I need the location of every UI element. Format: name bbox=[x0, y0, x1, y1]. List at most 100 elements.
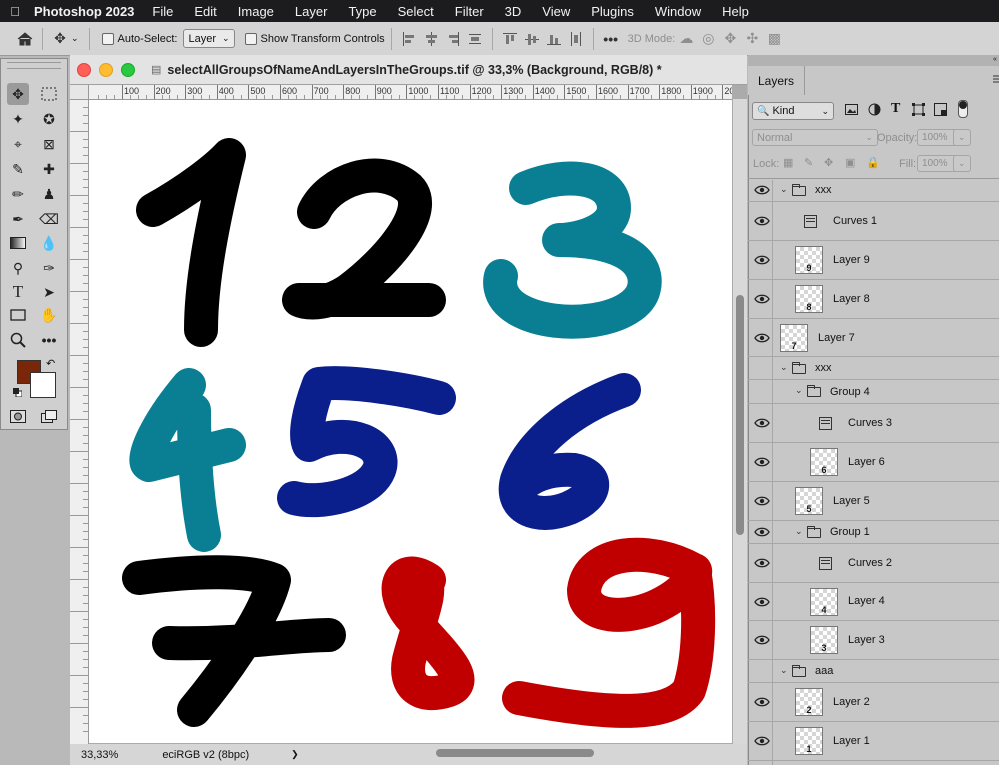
lock-position-icon[interactable]: ✥ bbox=[824, 156, 833, 169]
document-tab[interactable]: ▤ selectAllGroupsOfNameAndLayersInTheGro… bbox=[70, 55, 747, 85]
vertical-scroll-thumb[interactable] bbox=[736, 295, 744, 535]
layer-row[interactable]: Curves 1 bbox=[748, 202, 999, 241]
horizontal-ruler[interactable]: 100 200 300 400 500 600 700 800 900 1000 1100 1200 1… bbox=[89, 85, 732, 100]
layer-row[interactable]: Curves 3 bbox=[748, 404, 999, 443]
distribute-vertical-icon[interactable] bbox=[565, 28, 587, 50]
zoom-tool[interactable] bbox=[7, 329, 29, 351]
layer-group-row[interactable]: ⌄ xxx bbox=[748, 357, 999, 380]
align-left-icon[interactable] bbox=[398, 28, 420, 50]
magic-wand-tool[interactable]: ✪ bbox=[38, 108, 60, 130]
layer-row[interactable]: 5 Layer 5 bbox=[748, 482, 999, 521]
panel-menu-icon[interactable] bbox=[993, 74, 999, 84]
eyedropper-tool[interactable]: ✎ bbox=[7, 158, 29, 180]
frame-tool[interactable]: ⊠ bbox=[38, 133, 60, 155]
apple-icon[interactable]:  bbox=[0, 4, 30, 19]
type-tool[interactable]: T bbox=[7, 281, 29, 303]
eye-icon[interactable] bbox=[754, 215, 770, 227]
3d-drag-icon[interactable]: ✥ bbox=[719, 28, 741, 50]
menu-select[interactable]: Select bbox=[398, 4, 434, 19]
minimize-window-button[interactable] bbox=[99, 62, 113, 77]
distribute-icon[interactable] bbox=[464, 28, 486, 50]
menu-edit[interactable]: Edit bbox=[194, 4, 216, 19]
menu-view[interactable]: View bbox=[542, 4, 570, 19]
chevron-down-icon[interactable]: ⌄ bbox=[795, 526, 803, 537]
tab-layers[interactable]: Layers bbox=[748, 66, 805, 95]
eraser-tool[interactable]: ⌫ bbox=[38, 208, 60, 230]
chevron-down-icon[interactable]: ⌄ bbox=[780, 184, 788, 195]
eye-icon[interactable] bbox=[754, 557, 770, 569]
align-center-h-icon[interactable] bbox=[420, 28, 442, 50]
layer-group-row[interactable]: ⌄ Group 1 bbox=[748, 521, 999, 544]
auto-select-dropdown[interactable]: Layer ⌄ bbox=[183, 29, 235, 48]
default-colors-icon[interactable] bbox=[13, 388, 23, 398]
app-name[interactable]: Photoshop 2023 bbox=[34, 4, 134, 19]
menu-plugins[interactable]: Plugins bbox=[591, 4, 634, 19]
layer-group-row[interactable]: ⌄ xxx bbox=[748, 179, 999, 202]
move-tool-icon[interactable]: ✥ bbox=[49, 28, 71, 50]
lock-artboard-icon[interactable]: ▣ bbox=[845, 156, 855, 169]
eye-icon[interactable] bbox=[754, 634, 770, 646]
eye-icon[interactable] bbox=[754, 495, 770, 507]
ruler-origin[interactable] bbox=[70, 85, 89, 100]
filter-adjustment-icon[interactable] bbox=[868, 103, 881, 116]
swap-colors-icon[interactable]: ↶ bbox=[46, 357, 55, 370]
layer-row[interactable]: 9 Layer 9 bbox=[748, 241, 999, 280]
vertical-scrollbar[interactable] bbox=[733, 99, 747, 744]
chevron-down-icon[interactable]: ⌄ bbox=[71, 33, 79, 44]
gradient-tool[interactable] bbox=[7, 232, 29, 254]
move-tool[interactable]: ✥ bbox=[7, 83, 29, 105]
menu-type[interactable]: Type bbox=[348, 4, 376, 19]
marquee-tool[interactable] bbox=[38, 83, 60, 105]
layer-filter-dropdown[interactable]: 🔍 Kind ⌄ bbox=[752, 102, 834, 120]
menu-help[interactable]: Help bbox=[722, 4, 749, 19]
dodge-tool[interactable]: ⚲ bbox=[7, 257, 29, 279]
layer-group-row[interactable]: ⌄ aaa bbox=[748, 660, 999, 683]
eye-icon[interactable] bbox=[754, 696, 770, 708]
blend-mode-dropdown[interactable]: Normal ⌄ bbox=[752, 129, 878, 146]
rectangle-tool[interactable] bbox=[7, 304, 29, 326]
layer-row[interactable]: 6 Layer 6 bbox=[748, 443, 999, 482]
close-window-button[interactable] bbox=[77, 62, 91, 77]
show-transform-checkbox[interactable] bbox=[244, 32, 257, 45]
menu-file[interactable]: File bbox=[152, 4, 173, 19]
filter-toggle[interactable] bbox=[958, 100, 968, 118]
layer-row[interactable]: 4 Layer 4 bbox=[748, 583, 999, 621]
background-color-swatch[interactable] bbox=[30, 372, 56, 398]
healing-brush-tool[interactable]: ✚ bbox=[38, 158, 60, 180]
align-right-icon[interactable] bbox=[442, 28, 464, 50]
chevron-down-icon[interactable]: ⌄ bbox=[795, 385, 803, 396]
lock-image-icon[interactable]: ✎ bbox=[804, 156, 813, 169]
align-bottom-icon[interactable] bbox=[543, 28, 565, 50]
menu-image[interactable]: Image bbox=[238, 4, 274, 19]
home-icon[interactable] bbox=[14, 28, 36, 50]
lasso-tool[interactable]: ✦ bbox=[7, 108, 29, 130]
blur-tool[interactable]: 💧 bbox=[38, 232, 60, 254]
brush-tool[interactable]: ✏ bbox=[7, 183, 29, 205]
vertical-ruler[interactable] bbox=[70, 99, 89, 744]
filter-shape-icon[interactable] bbox=[912, 103, 925, 116]
path-selection-tool[interactable]: ➤ bbox=[38, 281, 60, 303]
menu-3d[interactable]: 3D bbox=[505, 4, 522, 19]
eye-icon[interactable] bbox=[754, 184, 770, 196]
layer-row[interactable]: 1 Layer 1 bbox=[748, 722, 999, 761]
eye-icon[interactable] bbox=[754, 332, 770, 344]
canvas[interactable] bbox=[89, 100, 732, 743]
quick-mask-icon[interactable] bbox=[7, 405, 29, 427]
lock-all-icon[interactable]: 🔒 bbox=[866, 156, 880, 169]
history-brush-tool[interactable]: ✒ bbox=[7, 208, 29, 230]
menu-layer[interactable]: Layer bbox=[295, 4, 328, 19]
3d-roll-icon[interactable]: ◎ bbox=[697, 28, 719, 50]
menu-window[interactable]: Window bbox=[655, 4, 701, 19]
3d-camera-icon[interactable]: ▩ bbox=[763, 28, 785, 50]
menu-filter[interactable]: Filter bbox=[455, 4, 484, 19]
eye-icon[interactable] bbox=[754, 596, 770, 608]
hand-tool[interactable]: ✋ bbox=[38, 304, 60, 326]
auto-select-checkbox[interactable] bbox=[101, 32, 114, 45]
lock-transparent-icon[interactable]: ▦ bbox=[783, 156, 793, 169]
stamp-tool[interactable]: ♟ bbox=[38, 183, 60, 205]
more-options-icon[interactable]: ••• bbox=[600, 28, 622, 50]
collapse-panel-icon[interactable]: « bbox=[993, 56, 999, 66]
screen-mode-icon[interactable] bbox=[38, 405, 60, 427]
layer-row[interactable]: 3 Layer 3 bbox=[748, 621, 999, 660]
toolbox-grip[interactable] bbox=[7, 62, 61, 69]
